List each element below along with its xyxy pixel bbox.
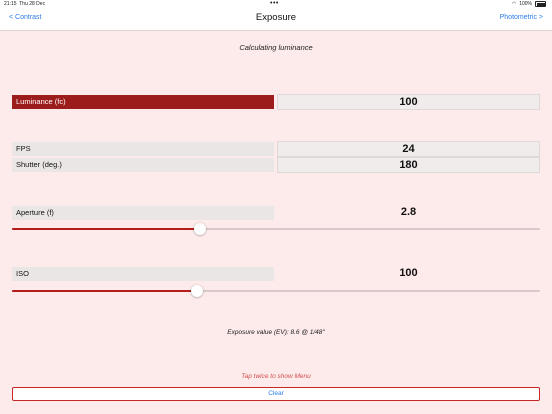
battery-icon: [535, 1, 546, 7]
navigation-bar: < Contrast Exposure Photometric >: [0, 8, 552, 31]
exposure-value-text: Exposure value (EV): 8.6 @ 1/48": [227, 329, 325, 336]
iso-slider-thumb[interactable]: [190, 285, 203, 297]
luminance-value[interactable]: 100: [277, 94, 540, 110]
menu-hint: Tap twice to show Menu: [241, 373, 311, 380]
multitasking-dots-icon[interactable]: •••: [270, 0, 279, 7]
iso-label: ISO: [12, 267, 274, 281]
status-time: 21:15 Thu 28 Dec: [4, 1, 46, 7]
aperture-slider[interactable]: [12, 223, 540, 235]
aperture-slider-thumb[interactable]: [194, 223, 207, 235]
iso-value: 100: [399, 267, 418, 279]
shutter-value[interactable]: 180: [277, 157, 540, 173]
aperture-value: 2.8: [400, 206, 417, 218]
clear-button[interactable]: Clear: [12, 387, 540, 401]
aperture-slider-fill: [12, 228, 201, 230]
battery-percent: 100%: [519, 1, 532, 7]
fps-value[interactable]: 24: [277, 141, 540, 157]
status-bar: 21:15 Thu 28 Dec ••• ◠ 100%: [0, 0, 552, 8]
iso-slider-fill: [12, 290, 197, 292]
shutter-label: Shutter (deg.): [12, 158, 274, 172]
forward-button[interactable]: Photometric >: [500, 14, 543, 21]
mode-subtitle: Calculating luminance: [239, 43, 313, 52]
wifi-icon: ◠: [511, 1, 517, 7]
page-title: Exposure: [255, 12, 297, 23]
luminance-label[interactable]: Luminance (fc): [12, 95, 274, 109]
aperture-label: Aperture (f): [12, 206, 274, 220]
fps-label: FPS: [12, 142, 274, 156]
iso-slider[interactable]: [12, 285, 540, 297]
